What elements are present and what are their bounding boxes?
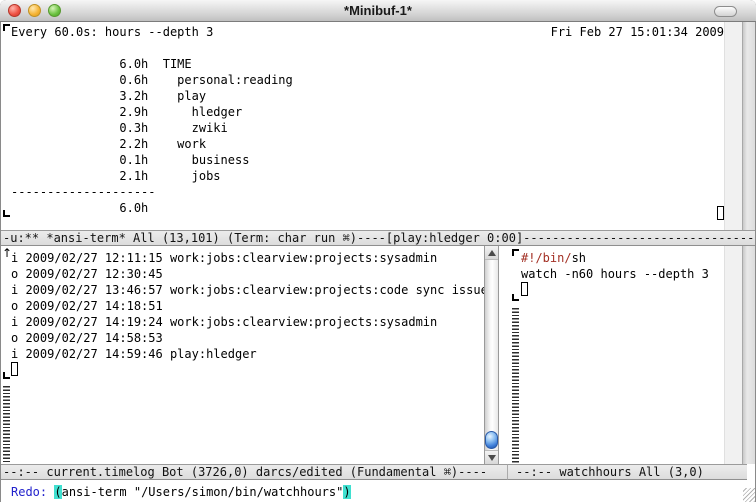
script-window-scrollbar-gutter (724, 246, 742, 464)
timelog-line: o 2009/02/27 12:30:45 (11, 266, 488, 282)
scrollbar-down-arrow-icon[interactable] (485, 450, 498, 464)
timelog-line: i 2009/02/27 12:11:15 work:jobs:clearvie… (11, 250, 488, 266)
timelog-line: i 2009/02/27 14:19:24 work:jobs:clearvie… (11, 314, 488, 330)
toolbar-toggle-button[interactable] (714, 6, 737, 17)
timelog-line: i 2009/02/27 13:46:57 work:jobs:clearvie… (11, 282, 488, 298)
timelog-line: i 2009/02/27 14:59:46 play:hledger (11, 346, 488, 362)
buffer-bottom-fringe-icon (512, 294, 519, 301)
inactive-cursor (521, 282, 528, 296)
empty-lines-fringe-icon (3, 386, 10, 464)
watch-timestamp: Fri Feb 27 15:01:34 2009 (551, 24, 724, 40)
shebang-highlight: #!/bin/ (521, 251, 572, 265)
resize-grip[interactable] (743, 488, 755, 502)
command-line: watch -n60 hours --depth 3 (521, 266, 709, 282)
buffer-top-fringe-icon (512, 249, 519, 256)
frame-content: Every 60.0s: hours --depth 3 Fri Feb 27 … (1, 22, 755, 502)
inactive-cursor (11, 362, 18, 376)
emacs-window: *Minibuf-1* Every 60.0s: hours --depth 3… (0, 0, 756, 502)
minibuffer[interactable]: Redo: (ansi-term "/Users/simon/bin/watch… (11, 484, 351, 500)
minibuffer-prompt: Redo: (11, 485, 54, 499)
top-window-scrollbar-gutter (724, 22, 742, 230)
timelog-line: o 2009/02/27 14:18:51 (11, 298, 488, 314)
scrollbar-up-arrow-icon[interactable] (485, 246, 498, 260)
window-title: *Minibuf-1* (0, 3, 756, 18)
timelog-window[interactable]: ↑ i 2009/02/27 12:11:15 work:jobs:clearv… (1, 246, 484, 464)
watch-command-text: Every 60.0s: hours --depth 3 (11, 24, 213, 40)
title-bar[interactable]: *Minibuf-1* (0, 0, 756, 22)
minibuffer-command: ansi-term "/Users/simon/bin/watchhours" (62, 485, 344, 499)
inactive-cursor (717, 206, 724, 220)
shebang-rest: sh (572, 251, 586, 265)
empty-lines-fringe-icon (512, 308, 519, 464)
ansi-term-window[interactable]: Every 60.0s: hours --depth 3 Fri Feb 27 … (1, 22, 724, 230)
scrollbar-thumb[interactable] (485, 431, 498, 449)
paren-match-open: ( (54, 485, 61, 499)
watch-header: Every 60.0s: hours --depth 3 Fri Feb 27 … (11, 24, 724, 40)
modeline-watchhours[interactable]: --:-- watchhours All (3,0) (507, 464, 747, 480)
hours-report: 6.0h TIME 0.6h personal:reading 3.2h pla… (11, 56, 293, 216)
watchhours-script-window[interactable]: #!/bin/sh watch -n60 hours --depth 3 (500, 246, 724, 464)
modeline-ansi-term[interactable]: -u:** *ansi-term* All (13,101) (Term: ch… (1, 230, 755, 246)
timelog-entries: i 2009/02/27 12:11:15 work:jobs:clearvie… (11, 250, 488, 362)
timelog-line: o 2009/02/27 14:58:53 (11, 330, 488, 346)
buffer-bottom-fringe-icon (3, 372, 10, 379)
shebang-line: #!/bin/sh (521, 250, 586, 266)
timelog-scrollbar[interactable] (484, 246, 499, 464)
paren-match-close: ) (343, 485, 350, 499)
buffer-top-fringe-icon (3, 24, 10, 31)
buffer-bottom-fringe-icon (3, 210, 10, 217)
modeline-timelog[interactable]: --:-- current.timelog Bot (3726,0) darcs… (1, 464, 507, 480)
